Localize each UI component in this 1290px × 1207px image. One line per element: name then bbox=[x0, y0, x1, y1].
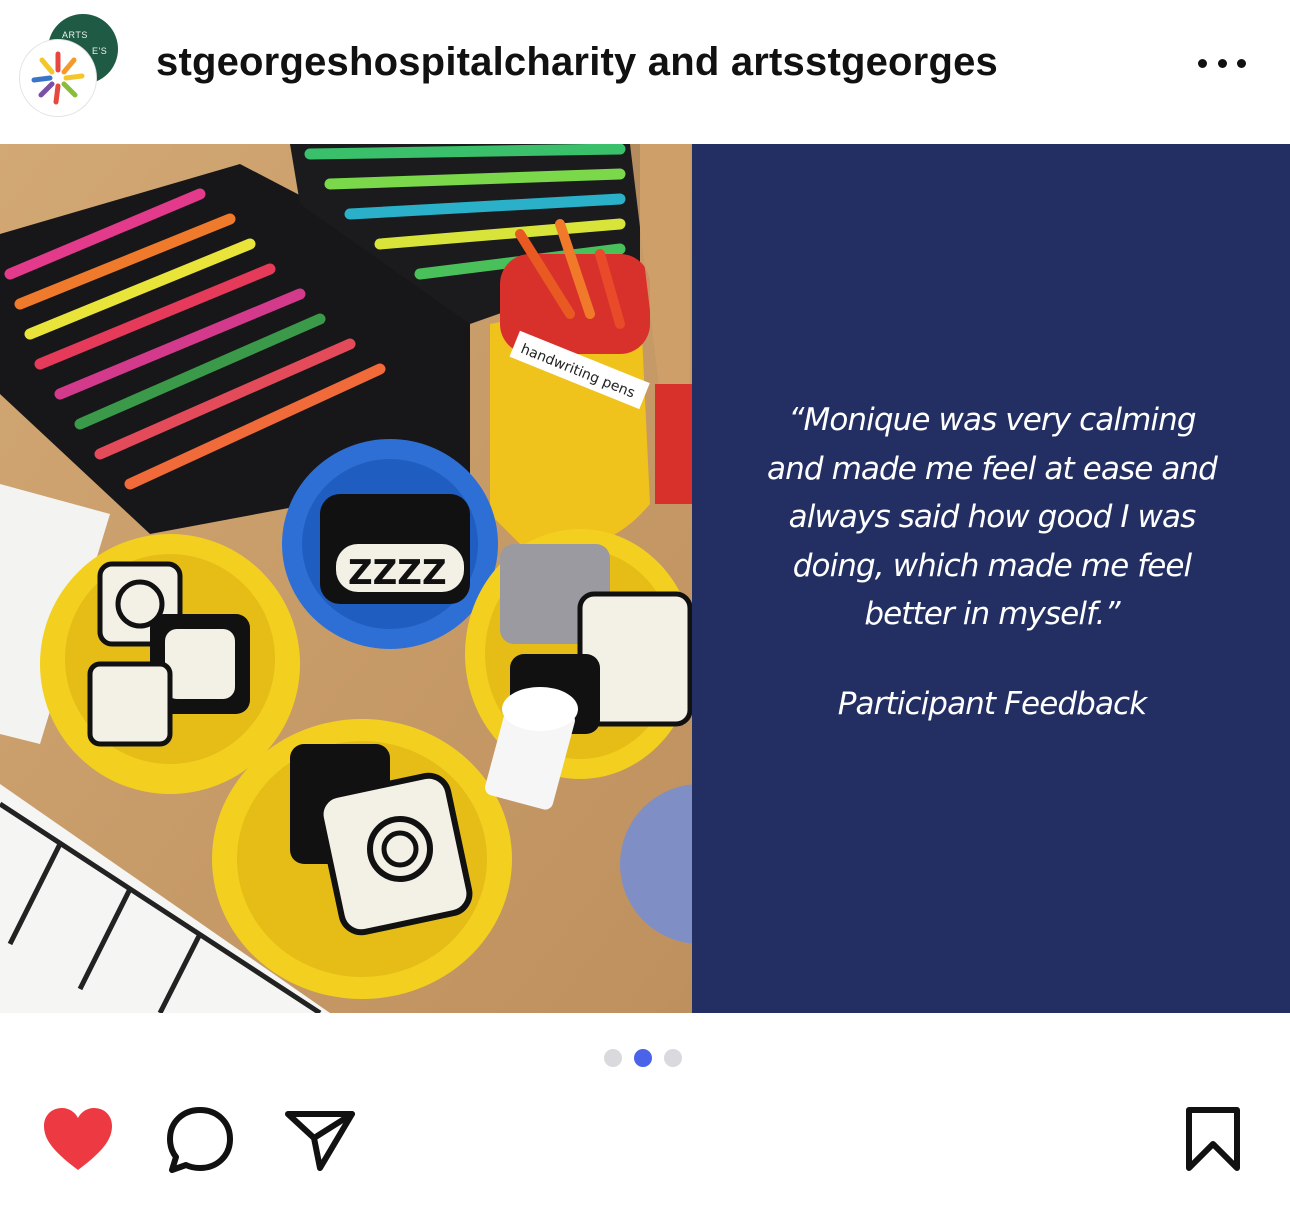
carousel-dot-3[interactable] bbox=[664, 1049, 682, 1067]
art-supplies-illustration: handwriting pens ZZZZ bbox=[0, 144, 692, 1013]
feedback-attribution: Participant Feedback bbox=[837, 686, 1147, 722]
like-button[interactable] bbox=[40, 1106, 116, 1174]
more-options-button[interactable] bbox=[1192, 48, 1252, 78]
paper-plane-icon bbox=[285, 1111, 355, 1171]
carousel-indicator bbox=[604, 1049, 682, 1067]
heart-icon bbox=[44, 1108, 112, 1170]
post-header: ARTS E'S stgeorgeshospitalcharity and ar… bbox=[0, 0, 1290, 144]
author-avatar[interactable] bbox=[20, 40, 96, 116]
save-button[interactable] bbox=[1180, 1104, 1246, 1176]
charity-logo-icon bbox=[31, 51, 85, 105]
sleep-tile-text: ZZZZ bbox=[348, 553, 447, 593]
comment-button[interactable] bbox=[164, 1104, 236, 1176]
ellipsis-icon bbox=[1217, 58, 1227, 68]
post-image[interactable]: handwriting pens ZZZZ “Monique was very … bbox=[0, 144, 1290, 1013]
carousel-dot-1[interactable] bbox=[604, 1049, 622, 1067]
bookmark-icon bbox=[1186, 1107, 1240, 1171]
feedback-quote: “Monique was very calming and made me fe… bbox=[767, 402, 1218, 632]
ellipsis-icon bbox=[1198, 58, 1207, 68]
quote-panel: “Monique was very calming and made me fe… bbox=[692, 144, 1290, 1013]
comment-icon bbox=[167, 1107, 233, 1173]
art-supplies-photo: handwriting pens ZZZZ bbox=[0, 144, 692, 1013]
ellipsis-icon bbox=[1237, 58, 1246, 68]
avatar-text-arts: ARTS bbox=[62, 30, 88, 40]
avatar-text-suffix: E'S bbox=[92, 46, 108, 56]
share-button[interactable] bbox=[284, 1104, 356, 1176]
account-names[interactable]: stgeorgeshospitalcharity and artsstgeorg… bbox=[156, 40, 998, 85]
carousel-dot-2[interactable] bbox=[634, 1049, 652, 1067]
